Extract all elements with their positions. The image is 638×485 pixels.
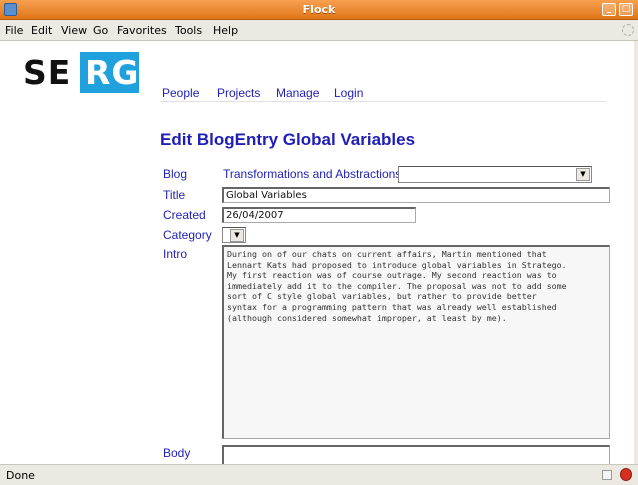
category-select[interactable]: ▼ bbox=[222, 227, 246, 243]
menu-view[interactable]: View bbox=[61, 24, 87, 37]
intro-textarea[interactable]: During on of our chats on current affair… bbox=[222, 245, 610, 439]
nav-people[interactable]: People bbox=[162, 86, 199, 100]
menu-favorites[interactable]: Favorites bbox=[117, 24, 167, 37]
menu-edit[interactable]: Edit bbox=[31, 24, 52, 37]
serg-logo[interactable]: SE RG bbox=[23, 52, 139, 93]
title-label: Title bbox=[163, 188, 186, 202]
intro-label: Intro bbox=[163, 247, 188, 261]
maximize-icon[interactable]: □ bbox=[619, 3, 633, 16]
flock-status-icon[interactable] bbox=[620, 468, 632, 481]
minimize-icon[interactable]: _ bbox=[602, 3, 616, 16]
page-content: SE RG People Projects Manage Login Edit … bbox=[0, 41, 638, 464]
created-label: Created bbox=[163, 208, 206, 222]
blog-value: Transformations and Abstractions bbox=[223, 167, 402, 181]
scrollbar[interactable] bbox=[634, 41, 638, 464]
nav-manage[interactable]: Manage bbox=[276, 86, 319, 100]
nav-divider bbox=[160, 101, 606, 102]
status-bar: Done bbox=[0, 464, 638, 485]
logo-text-left: SE bbox=[23, 53, 72, 92]
nav-projects[interactable]: Projects bbox=[217, 86, 260, 100]
blog-select[interactable]: ▼ bbox=[398, 166, 592, 183]
category-label: Category bbox=[163, 228, 212, 242]
loading-throbber-icon bbox=[622, 24, 634, 36]
menu-tools[interactable]: Tools bbox=[175, 24, 202, 37]
body-textarea[interactable] bbox=[222, 445, 610, 464]
status-text: Done bbox=[6, 469, 35, 482]
menu-file[interactable]: File bbox=[5, 24, 23, 37]
page-title: Edit BlogEntry Global Variables bbox=[160, 130, 416, 149]
menu-bar: File Edit View Go Favorites Tools Help bbox=[0, 20, 638, 41]
title-field[interactable]: Global Variables bbox=[222, 187, 610, 203]
chevron-down-icon: ▼ bbox=[576, 168, 590, 181]
window-titlebar: Flock _ □ bbox=[0, 0, 638, 20]
logo-text-right: RG bbox=[85, 53, 140, 92]
page-info-icon[interactable] bbox=[602, 470, 612, 480]
nav-login[interactable]: Login bbox=[334, 86, 363, 100]
chevron-down-icon: ▼ bbox=[230, 229, 244, 242]
blog-label: Blog bbox=[163, 167, 188, 181]
body-label: Body bbox=[163, 446, 191, 460]
created-field[interactable]: 26/04/2007 bbox=[222, 207, 416, 223]
menu-go[interactable]: Go bbox=[93, 24, 108, 37]
menu-help[interactable]: Help bbox=[213, 24, 238, 37]
window-title: Flock bbox=[302, 3, 336, 16]
